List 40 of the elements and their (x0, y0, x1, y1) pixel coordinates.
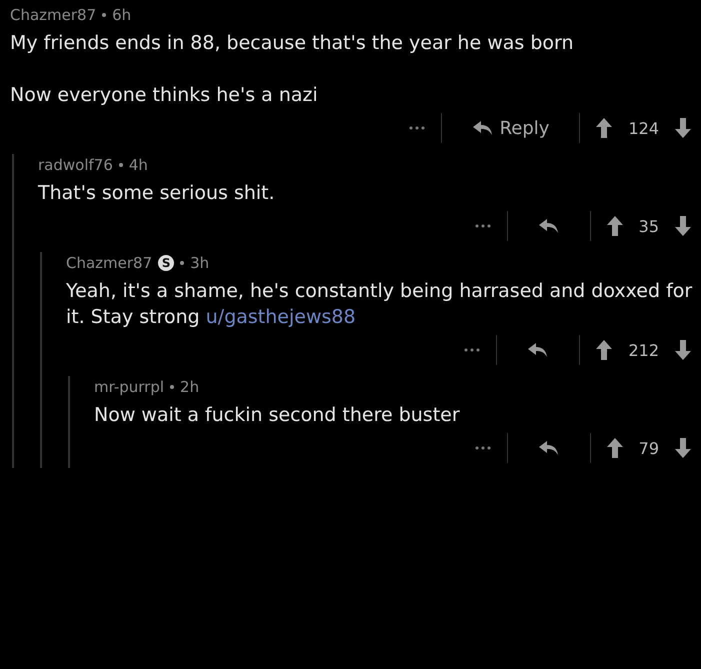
vote-count: 124 (628, 118, 659, 138)
timestamp: 4h (128, 156, 148, 174)
separator-dot (102, 13, 106, 17)
downvote-icon[interactable] (675, 438, 691, 458)
reply-button[interactable]: Reply (458, 118, 564, 138)
separator-dot (170, 385, 174, 389)
reply-icon (472, 120, 494, 136)
vote-count: 212 (628, 340, 659, 360)
username[interactable]: radwolf76 (38, 156, 113, 174)
badge: S (158, 255, 174, 271)
comment-text: My friends ends in 88, because that's the year he was born (10, 31, 575, 56)
upvote-icon[interactable] (606, 216, 623, 236)
comment-text: Now everyone thinks he's a nazi (10, 83, 319, 108)
downvote-icon[interactable] (675, 340, 691, 360)
timestamp: 3h (190, 254, 210, 272)
timestamp: 2h (180, 378, 200, 396)
comment-text: That's some serious shit. (38, 181, 276, 206)
comment-text: Yeah, it's a shame, he's constantly being harrased and doxxed for it. Stay strong u/gasthejews88 (66, 279, 694, 330)
downvote-icon[interactable] (675, 118, 691, 138)
upvote-icon[interactable] (596, 340, 612, 360)
reply-icon (527, 342, 550, 358)
comment-text: Now wait a fuckin second there buster (94, 403, 461, 428)
reply-icon (538, 218, 560, 234)
username[interactable]: Chazmer87 (10, 6, 96, 24)
vote-count: 79 (638, 438, 659, 458)
upvote-icon[interactable] (596, 118, 612, 138)
vote-count: 35 (638, 216, 659, 236)
username[interactable]: mr-purrpl (94, 378, 164, 396)
reply-icon (538, 440, 560, 456)
more-icon[interactable] (474, 446, 491, 450)
more-icon[interactable] (408, 126, 425, 130)
downvote-icon[interactable] (675, 216, 691, 236)
more-icon[interactable] (474, 224, 491, 228)
separator-dot (180, 261, 184, 265)
user-link[interactable]: u/gasthejews88 (206, 306, 356, 328)
timestamp: 6h (112, 6, 132, 24)
upvote-icon[interactable] (606, 438, 623, 458)
separator-dot (118, 163, 123, 167)
username[interactable]: Chazmer87 (66, 254, 152, 272)
more-icon[interactable] (464, 348, 480, 352)
